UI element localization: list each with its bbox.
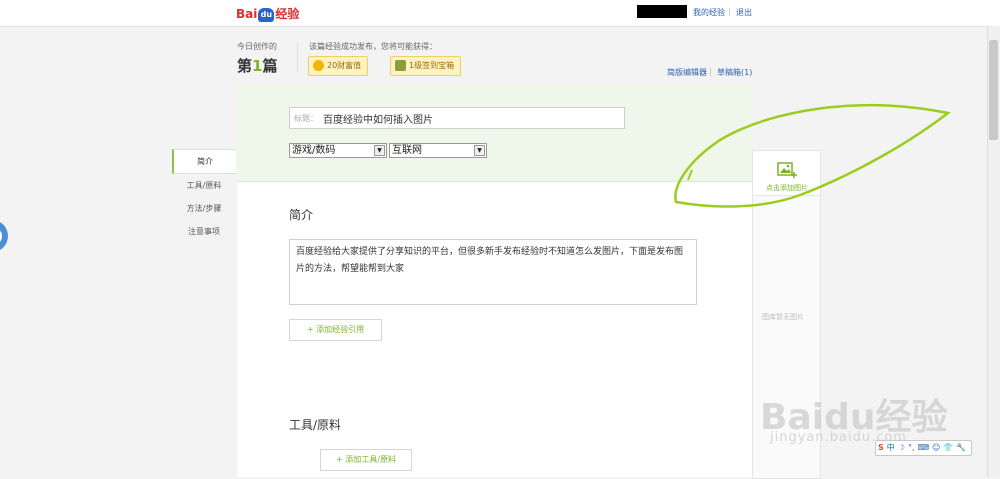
chinese-mode-icon[interactable]: 中	[887, 443, 895, 452]
reward-chest-badge: 1级签到宝箱	[390, 56, 462, 76]
drafts-link[interactable]: 草稿箱(1)	[717, 67, 752, 78]
today-created-label: 今日创作的	[237, 42, 277, 51]
baidu-logo[interactable]: Bai du 经验	[236, 5, 299, 22]
dropdown-arrow-icon: ▼	[474, 145, 485, 156]
publish-hint: 该篇经验成功发布，您将可能获得：	[309, 42, 437, 51]
floating-ball-icon[interactable]	[0, 218, 10, 254]
reward-wealth-badge: 20财富值	[308, 56, 369, 76]
add-reference-button[interactable]: + 添加经验引用	[289, 319, 382, 341]
intro-heading: 简介	[289, 208, 314, 222]
add-image-label[interactable]: 点击添加图片	[766, 183, 808, 193]
coin-icon	[313, 60, 324, 71]
top-bar	[0, 0, 1000, 27]
header-divider	[297, 42, 298, 72]
keyboard-icon[interactable]: ⌨	[917, 443, 929, 452]
title-input[interactable]: 标题： 百度经验中如何插入图片	[289, 107, 625, 129]
sogou-icon[interactable]: S	[878, 443, 884, 452]
treasure-chest-icon	[395, 60, 406, 71]
section-nav: 简介 工具/原料 方法/步骤 注意事项	[172, 149, 236, 243]
nav-item-notes[interactable]: 注意事项	[172, 220, 236, 243]
add-tools-button[interactable]: + 添加工具/原料	[320, 449, 412, 471]
title-value: 百度经验中如何插入图片	[323, 115, 433, 126]
link-separator: |	[728, 7, 731, 16]
dropdown-arrow-icon: ▼	[374, 145, 385, 156]
scrollbar-thumb[interactable]	[989, 40, 998, 140]
paw-icon: du	[258, 7, 275, 22]
emoji-icon[interactable]: ☺	[932, 443, 940, 452]
nav-item-intro[interactable]: 简介	[172, 149, 236, 174]
tools-icon[interactable]: 🔧	[956, 443, 966, 452]
nav-item-steps[interactable]: 方法/步骤	[172, 197, 236, 220]
punctuation-icon[interactable]: °,	[908, 443, 915, 452]
add-image-icon[interactable]	[776, 160, 798, 180]
my-experience-link[interactable]: 我的经验	[693, 7, 725, 18]
logout-link[interactable]: 退出	[736, 7, 752, 18]
moon-icon[interactable]: ☽	[898, 443, 905, 452]
intro-textarea[interactable]: 百度经验给大家提供了分享知识的平台，但很多新手发布经验时不知道怎么发图片，下面是…	[289, 239, 697, 305]
intro-text: 百度经验给大家提供了分享知识的平台，但很多新手发布经验时不知道怎么发图片，下面是…	[296, 247, 684, 274]
redacted-username	[637, 5, 687, 18]
category-primary-value: 游戏/数码	[292, 145, 336, 156]
simple-editor-link[interactable]: 简版编辑器	[667, 67, 707, 78]
nav-item-tools[interactable]: 工具/原料	[172, 174, 236, 197]
category-secondary-value: 互联网	[392, 145, 422, 156]
title-area	[237, 84, 752, 182]
no-image-label: 图库暂无图片	[762, 313, 804, 321]
skin-icon[interactable]: 👕	[943, 443, 953, 452]
tools-heading: 工具/原料	[289, 418, 342, 432]
category-select-secondary[interactable]: 互联网 ▼	[389, 143, 487, 158]
category-select-primary[interactable]: 游戏/数码 ▼	[289, 143, 387, 158]
link-separator: |	[709, 67, 712, 76]
title-prefix-label: 标题：	[294, 114, 318, 123]
ime-toolbar[interactable]: S 中 ☽ °, ⌨ ☺ 👕 🔧	[875, 440, 973, 456]
piece-count: 第1篇	[237, 57, 278, 75]
